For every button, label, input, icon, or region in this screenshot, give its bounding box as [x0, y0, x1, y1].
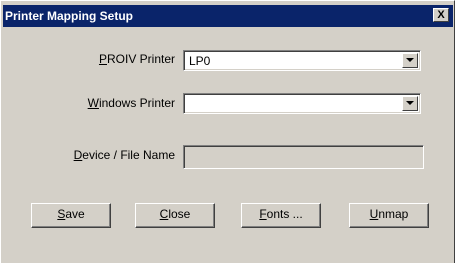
- window-title: Printer Mapping Setup: [5, 9, 134, 23]
- chevron-down-icon: [406, 58, 414, 62]
- proiv-printer-dropdown-button[interactable]: [402, 53, 418, 68]
- close-window-button[interactable]: X: [433, 8, 449, 22]
- fonts-button[interactable]: Fonts ...: [241, 203, 321, 228]
- device-file-name-input[interactable]: [183, 145, 424, 169]
- close-button[interactable]: Close: [135, 203, 215, 228]
- windows-printer-label: Windows Printer: [87, 96, 175, 110]
- unmap-button[interactable]: Unmap: [349, 203, 429, 228]
- windows-printer-dropdown-button[interactable]: [402, 96, 418, 111]
- title-bar[interactable]: Printer Mapping Setup X: [3, 5, 453, 27]
- printer-mapping-dialog: Printer Mapping Setup X PROIV Printer LP…: [0, 0, 455, 263]
- proiv-printer-value: LP0: [189, 54, 211, 68]
- proiv-printer-select[interactable]: LP0: [183, 50, 421, 71]
- device-file-name-label: Device / File Name: [73, 148, 175, 162]
- close-icon: X: [437, 9, 445, 21]
- save-button[interactable]: Save: [31, 203, 111, 228]
- proiv-printer-label: PROIV Printer: [98, 52, 175, 66]
- chevron-down-icon: [406, 101, 414, 105]
- windows-printer-select[interactable]: [183, 93, 421, 114]
